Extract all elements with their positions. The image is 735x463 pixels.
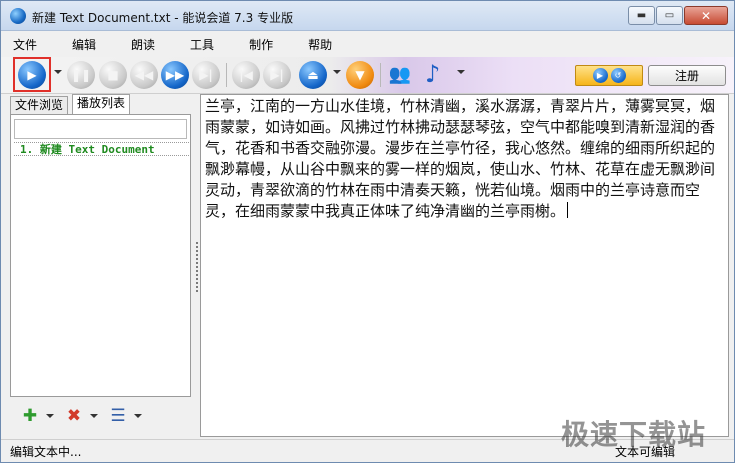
pause-icon: ❚❚	[70, 68, 92, 82]
playlist-menu-icon[interactable]: ☰	[106, 405, 130, 427]
rewind-icon: ◀◀	[134, 68, 154, 82]
maximize-icon: ▭	[664, 10, 675, 21]
stop-button[interactable]: ■	[99, 61, 127, 89]
nav-play-icon: ▶	[592, 68, 608, 83]
app-logo-icon	[10, 8, 26, 24]
splitter-grip-icon[interactable]	[196, 242, 198, 292]
eject-button[interactable]: ⏏	[299, 61, 327, 89]
rewind-button[interactable]: ◀◀	[130, 61, 158, 89]
first-icon: |◀	[239, 68, 253, 82]
toolbar-divider	[380, 63, 381, 87]
menu-file[interactable]: 文件	[1, 36, 46, 53]
window-controls: ▬ ▭ ✕	[627, 6, 728, 25]
title-bar: 新建 Text Document.txt - 能说会道 7.3 专业版 ▬ ▭ …	[1, 1, 734, 31]
register-button[interactable]: 注册	[648, 65, 726, 86]
music-note-icon[interactable]: ♪	[425, 60, 447, 88]
tab-file-browser[interactable]: 文件浏览	[10, 96, 69, 114]
menu-tools[interactable]: 工具	[178, 36, 223, 53]
add-dropdown-icon[interactable]	[46, 414, 54, 418]
skip-end-button[interactable]: ▶|	[192, 61, 220, 89]
play-dropdown-icon[interactable]	[54, 70, 62, 74]
menu-make[interactable]: 制作	[237, 36, 282, 53]
forward-button[interactable]: ▶▶	[161, 61, 189, 89]
menu-bar: 文件 编辑 朗读 工具 制作 帮助	[1, 32, 734, 56]
voices-users-icon[interactable]: 👥	[387, 63, 413, 87]
last-icon: ▶|	[270, 68, 284, 82]
eject-icon: ⏏	[307, 68, 319, 82]
tab-playlist[interactable]: 播放列表	[72, 94, 131, 114]
close-button[interactable]: ✕	[684, 6, 728, 25]
music-dropdown-icon[interactable]	[457, 70, 465, 74]
forward-icon: ▶▶	[165, 68, 185, 82]
chevron-down-icon: ▼	[355, 68, 365, 82]
skip-end-icon: ▶|	[199, 68, 213, 82]
playlist-toolbar: ✚ ✖ ☰	[10, 400, 191, 432]
play-button[interactable]: ▶	[18, 61, 46, 89]
eject-dropdown-icon[interactable]	[333, 70, 341, 74]
window-title: 新建 Text Document.txt - 能说会道 7.3 专业版	[32, 11, 294, 25]
first-sentence-button[interactable]: |◀	[232, 61, 260, 89]
status-text: 编辑文本中...	[10, 445, 82, 459]
sidebar-tabs: 文件浏览 播放列表	[8, 94, 193, 114]
pause-button[interactable]: ❚❚	[67, 61, 95, 89]
remove-dropdown-icon[interactable]	[90, 414, 98, 418]
playlist: 1. 新建 Text Document	[14, 142, 189, 156]
close-icon: ✕	[700, 8, 712, 23]
play-icon: ▶	[27, 68, 37, 82]
menu-help[interactable]: 帮助	[296, 36, 341, 53]
playlist-panel: 1. 新建 Text Document	[10, 114, 191, 397]
maximize-button[interactable]: ▭	[656, 6, 683, 25]
editor-content[interactable]: 兰亭，江南的一方山水佳境，竹林清幽，溪水潺潺，青翠片片，薄雾冥冥，烟雨蒙蒙，如诗…	[201, 95, 728, 222]
download-button[interactable]: ▼	[346, 61, 374, 89]
playlist-filter-field[interactable]	[14, 119, 187, 139]
sidebar: 文件浏览 播放列表 1. 新建 Text Document ✚ ✖ ☰	[8, 94, 193, 437]
add-to-playlist-icon[interactable]: ✚	[18, 405, 42, 427]
text-editor[interactable]: 兰亭，江南的一方山水佳境，竹林清幽，溪水潺潺，青翠片片，薄雾冥冥，烟雨蒙蒙，如诗…	[200, 94, 729, 437]
site-watermark: 极速下载站	[561, 418, 707, 451]
menu-edit[interactable]: 编辑	[60, 36, 105, 53]
nav-refresh-icon: ↺	[610, 68, 626, 83]
minimize-button[interactable]: ▬	[628, 6, 655, 25]
stop-icon: ■	[107, 68, 119, 82]
app-window: 新建 Text Document.txt - 能说会道 7.3 专业版 ▬ ▭ …	[0, 0, 735, 463]
list-item[interactable]: 1. 新建 Text Document	[14, 143, 189, 156]
main-toolbar: ▶ ❚❚ ■ ◀◀ ▶▶ ▶| |◀ ▶| ⏏ ▼ 👥 ♪ ▶ ↺ 注册	[1, 57, 734, 94]
toolbar-divider	[226, 63, 227, 87]
nav-buttons[interactable]: ▶ ↺	[575, 65, 643, 86]
minimize-icon: ▬	[636, 10, 647, 21]
text-caret	[567, 202, 569, 218]
editor-text: 兰亭，江南的一方山水佳境，竹林清幽，溪水潺潺，青翠片片，薄雾冥冥，烟雨蒙蒙，如诗…	[205, 97, 716, 220]
list-dropdown-icon[interactable]	[134, 414, 142, 418]
last-sentence-button[interactable]: ▶|	[263, 61, 291, 89]
menu-read[interactable]: 朗读	[119, 36, 164, 53]
remove-from-playlist-icon[interactable]: ✖	[62, 405, 86, 427]
